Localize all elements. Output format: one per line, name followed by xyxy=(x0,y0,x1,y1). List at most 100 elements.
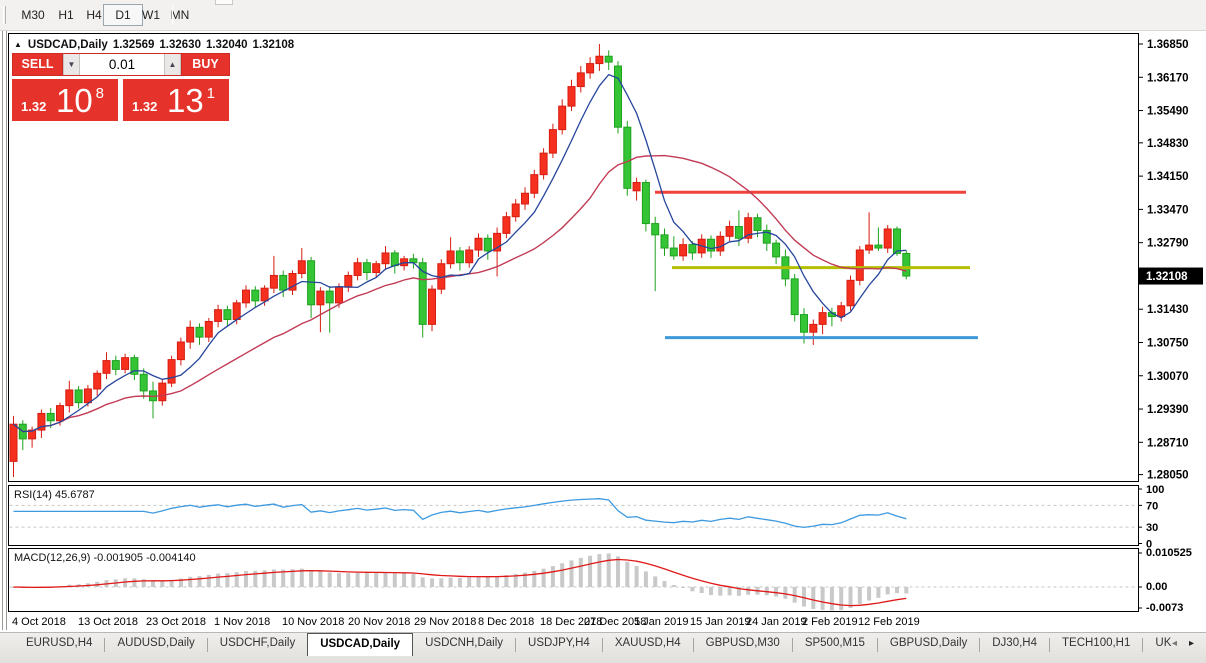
timeframe-mn-button[interactable]: MN xyxy=(159,4,201,26)
chart-tab-dj30-h4[interactable]: DJ30,H4 xyxy=(980,633,1049,656)
candle-body xyxy=(734,226,743,239)
macd-histogram-bar xyxy=(550,566,555,587)
candle-body xyxy=(483,237,492,252)
candle-body xyxy=(539,152,548,176)
rsi-scale-label: 70 xyxy=(1146,500,1158,512)
candle-body xyxy=(669,247,678,257)
macd-histogram-bar xyxy=(346,573,351,587)
candle-body xyxy=(167,359,176,384)
date-tick-label: 23 Oct 2018 xyxy=(146,616,206,628)
candle-body xyxy=(604,55,613,63)
candle-body xyxy=(725,226,734,237)
volume-increase-icon[interactable]: ▲ xyxy=(164,54,181,75)
macd-histogram-bar xyxy=(327,572,332,587)
candle-body xyxy=(846,279,855,307)
chart-tab-tech100-h1[interactable]: TECH100,H1 xyxy=(1050,633,1142,656)
ask-price-box[interactable]: 1.32 13 1 xyxy=(123,79,229,121)
macd-histogram-bar xyxy=(504,575,509,587)
candle-body xyxy=(716,235,725,252)
candle-body xyxy=(335,286,343,304)
tab-scroll-right-icon[interactable]: ▸ xyxy=(1183,638,1200,649)
candle-body xyxy=(567,86,576,107)
macd-scale-label: 0.00 xyxy=(1146,581,1167,593)
candle-body xyxy=(428,288,436,325)
candle-body xyxy=(595,55,604,65)
macd-histogram-bar xyxy=(197,576,202,587)
macd-histogram-bar xyxy=(616,556,620,587)
mt4-window: 1.36850 1.36170 1.35490 1.34830 1.34150 1.334… xyxy=(0,0,1206,663)
candle-body xyxy=(251,289,260,302)
candle-body xyxy=(260,287,269,302)
macd-histogram-bar xyxy=(225,573,230,587)
candle-body xyxy=(474,237,483,251)
macd-histogram-bar xyxy=(541,568,546,587)
price-tick-label: 1.36170 xyxy=(1147,72,1189,84)
macd-histogram-bar xyxy=(495,576,500,587)
toolbar-separator xyxy=(172,5,173,25)
price-tick-label: 1.31430 xyxy=(1147,304,1189,316)
collapse-icon[interactable]: ▲ xyxy=(14,40,22,49)
candle-body xyxy=(548,129,557,154)
macd-histogram-bar xyxy=(132,578,137,587)
macd-indicator-label: MACD(12,26,9) -0.001905 -0.004140 xyxy=(14,552,196,564)
date-tick-label: 15 Jan 2019 xyxy=(690,616,751,628)
chart-tab-gbpusd-daily[interactable]: GBPUSD,Daily xyxy=(878,633,979,656)
date-tick-label: 29 Nov 2018 xyxy=(414,616,476,628)
volume-input[interactable]: 0.01 xyxy=(80,54,164,75)
macd-histogram-bar xyxy=(467,577,472,587)
macd-histogram-bar xyxy=(643,571,648,587)
price-tick-label: 1.29390 xyxy=(1147,404,1189,416)
macd-histogram-bar xyxy=(848,587,853,608)
price-tick-label: 1.32790 xyxy=(1147,238,1189,250)
chart-tab-xauusd-h4[interactable]: XAUUSD,H4 xyxy=(603,633,693,656)
macd-histogram-bar xyxy=(597,554,602,587)
candle-body xyxy=(530,174,539,194)
timeframe-toolbar: M30 H1 H4 D1 W1 MN xyxy=(0,0,1206,31)
sell-button[interactable]: SELL xyxy=(13,54,63,75)
candle-body xyxy=(242,289,250,304)
candle-body xyxy=(623,126,632,189)
macd-histogram-bar xyxy=(476,576,481,587)
candle-body xyxy=(176,341,185,361)
macd-histogram-bar xyxy=(318,571,323,587)
price-tick-label: 1.28050 xyxy=(1147,470,1189,482)
volume-decrease-icon[interactable]: ▼ xyxy=(63,54,80,75)
date-tick-label: 24 Jan 2019 xyxy=(746,616,807,628)
candle-body xyxy=(632,181,641,192)
chart-tab-audusd-daily[interactable]: AUDUSD,Daily xyxy=(105,633,206,656)
chart-tab-usdchf-daily[interactable]: USDCHF,Daily xyxy=(208,633,307,656)
macd-histogram-bar xyxy=(439,578,444,587)
chart-tab-usdcad-daily[interactable]: USDCAD,Daily xyxy=(307,633,414,656)
candle-body xyxy=(46,412,55,422)
macd-histogram-bar xyxy=(746,587,751,595)
candle-body xyxy=(893,228,901,254)
bid-price-box[interactable]: 1.32 10 8 xyxy=(12,79,118,121)
candle-body xyxy=(874,244,883,249)
macd-histogram-bar xyxy=(234,572,239,587)
macd-scale-label: 0.010525 xyxy=(1146,547,1192,559)
ohlc-open: 1.32569 xyxy=(112,39,155,51)
candle-body xyxy=(688,244,697,254)
candle-body xyxy=(232,302,241,320)
date-tick-label: 4 Oct 2018 xyxy=(12,616,66,628)
macd-histogram-bar xyxy=(653,576,658,587)
chart-tab-bar: EURUSD,H4 AUDUSD,Daily USDCHF,Daily USDCAD,… xyxy=(0,632,1206,663)
macd-histogram-bar xyxy=(820,587,825,610)
buy-button[interactable]: BUY xyxy=(181,54,229,75)
candle-body xyxy=(102,360,111,374)
macd-histogram-bar xyxy=(718,587,723,596)
chart-tab-usdjpy-h4[interactable]: USDJPY,H4 xyxy=(516,633,602,656)
tab-scroll-left-icon[interactable]: ◂ xyxy=(1166,638,1183,649)
macd-histogram-bar xyxy=(802,587,806,607)
chart-tab-usdcnh-daily[interactable]: USDCNH,Daily xyxy=(413,633,515,656)
candle-body xyxy=(353,262,362,276)
chart-tab-eurusd-h4[interactable]: EURUSD,H4 xyxy=(14,633,104,656)
chart-tab-gbpusd-m30[interactable]: GBPUSD,M30 xyxy=(694,633,792,656)
candle-body xyxy=(390,252,399,267)
candle-body xyxy=(855,249,864,281)
one-click-trading-panel: SELL ▼ 0.01 ▲ BUY 1.32 10 8 1.32 13 1 xyxy=(12,53,230,121)
price-tick-label: 1.35490 xyxy=(1147,106,1189,118)
macd-histogram-bar xyxy=(560,563,565,587)
candle-body xyxy=(381,252,390,265)
chart-tab-sp500-m15[interactable]: SP500,M15 xyxy=(793,633,877,656)
